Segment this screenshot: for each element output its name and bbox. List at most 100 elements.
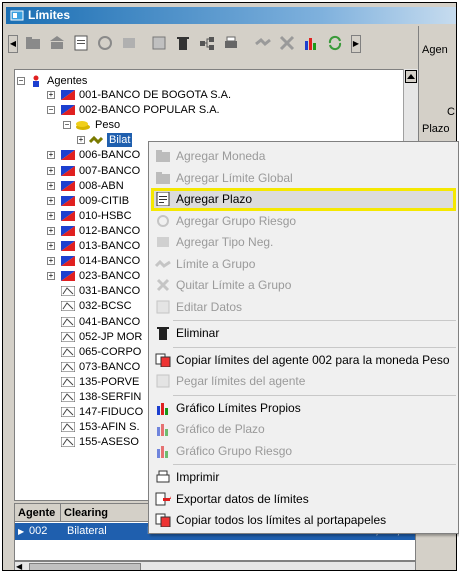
grid-header-agente[interactable]: Agente [15,504,61,522]
tree-expand-toggle [47,348,55,356]
menu-item-label: Editar Datos [176,299,243,314]
menu-item[interactable]: Límite a Grupo [151,254,456,274]
tree-expand-toggle[interactable]: + [47,151,55,160]
folder-icon [155,149,171,163]
menu-item[interactable]: Pegar límites del agente [151,371,456,391]
group-icon[interactable] [97,35,113,51]
tree-expand-toggle[interactable]: + [47,181,55,190]
window-title: Límites [28,8,71,22]
tree-bank-label: 031-BANCO [79,285,141,298]
tree-expand-toggle[interactable]: + [77,136,85,145]
tree-expand-toggle[interactable]: + [47,226,55,235]
trash-icon [155,326,171,340]
tree-bank-label: 009-CITIB [79,194,130,207]
clipboard-icon [155,513,171,528]
edit-icon [155,300,171,314]
type-icon [155,235,171,249]
window-app-icon [10,10,24,21]
folder-icon[interactable] [25,35,41,51]
menu-item-label: Gráfico Límites Propios [176,400,301,415]
tree-bank-label: 138-SERFIN [79,391,142,403]
tree-expand-toggle [47,318,55,326]
trash-icon[interactable] [175,35,191,51]
tree-expand-toggle[interactable]: + [47,196,55,205]
scroll-left-button[interactable]: ◀ [16,562,26,570]
menu-item[interactable]: Copiar todos los límites al portapapeles [151,510,456,530]
tree-expand-toggle[interactable]: + [47,211,55,220]
menu-item[interactable]: Copiar límites del agente 002 para la mo… [151,350,456,370]
chart-icon[interactable] [303,35,319,51]
toolbar-scroll-right-button[interactable]: ▶ [351,35,361,53]
tree-expand-toggle[interactable]: + [47,91,55,99]
right-panel-agent-label: Agen [422,44,448,56]
tree-bank-label: 012-BANCO [79,224,141,237]
menu-item[interactable]: Eliminar [151,323,456,343]
remove-icon[interactable] [279,35,295,51]
tree-expand-toggle[interactable]: + [47,257,55,266]
menu-item[interactable]: Agregar Tipo Neg. [151,232,456,252]
menu-item[interactable]: Agregar Plazo [151,189,456,209]
menu-item-label: Límite a Grupo [176,256,256,271]
refresh-icon[interactable] [327,35,343,51]
tree-expand-toggle [47,363,55,371]
grid-horizontal-scrollbar[interactable]: ◀ [14,561,416,570]
chart-icon [155,444,171,458]
tree-expand-toggle [47,287,55,295]
tree-expand-toggle [47,302,55,310]
tree-expand-toggle[interactable]: − [63,121,71,130]
menu-item[interactable]: Agregar Límite Global [151,168,456,188]
title-bar: Límites [6,7,456,24]
edit-icon[interactable] [151,35,167,51]
calendar-icon[interactable] [73,35,89,51]
tree-expand-toggle[interactable]: − [47,106,55,115]
tree-expand-toggle[interactable]: + [47,242,55,250]
tree-expand-toggle [47,408,55,416]
right-panel-plazo-label: Plazo [422,123,450,135]
tree-bank-label: 006-BANCO [79,149,141,162]
toolbar-scroll-left-button[interactable]: ◀ [8,35,18,53]
scroll-thumb[interactable] [29,563,141,570]
grid-header-clearing[interactable]: Clearing [61,504,151,522]
tree-icon[interactable] [199,35,215,51]
tree-expand-toggle[interactable]: + [47,166,55,175]
print-icon [155,470,171,484]
menu-item-label: Quitar Límite a Grupo [176,278,292,292]
tree-bank-label: 052-JP MOR [79,330,143,343]
menu-separator [173,394,456,396]
handshake-icon [154,257,171,271]
context-menu: Agregar Moneda Agregar Límite Global Agreg… [148,141,459,534]
type-icon[interactable] [121,35,137,51]
menu-item[interactable]: Imprimir [151,467,456,487]
handshake-icon[interactable] [255,35,271,51]
copy-icon [155,353,171,367]
menu-item[interactable]: Gráfico de Plazo [151,419,456,439]
menu-item[interactable]: Exportar datos de límites [151,489,456,509]
menu-item-label: Copiar todos los límites al portapapeles [176,513,387,527]
tree-bank-label: 023-BANCO [79,270,141,283]
bank-icon[interactable] [49,35,65,51]
agents-icon [33,75,39,87]
menu-item[interactable]: Quitar Límite a Grupo [151,275,456,295]
menu-item-label: Eliminar [176,326,220,340]
tree-expand-toggle[interactable]: + [47,272,55,281]
menu-item[interactable]: Agregar Grupo Riesgo [151,211,456,231]
scroll-up-button[interactable] [405,70,417,83]
tree-bank-label: 014-BANCO [79,255,141,268]
menu-item-label: Copiar límites del agente 002 para la mo… [176,352,450,367]
menu-item[interactable]: Agregar Moneda [151,146,456,166]
menu-item-label: Agregar Tipo Neg. [176,235,274,249]
chart-icon [155,401,171,415]
tree-expand-toggle [47,423,55,431]
menu-item[interactable]: Gráfico Grupo Riesgo [151,441,456,461]
coins-icon [76,121,90,131]
tree-bank-label: 032-BCSC [79,300,132,313]
tree-currency-label: Peso [95,119,121,132]
folder-icon [155,171,171,185]
print-icon[interactable] [223,35,239,51]
menu-item[interactable]: Gráfico Límites Propios [151,398,456,418]
menu-item-label: Agregar Moneda [176,149,266,163]
menu-item[interactable]: Editar Datos [151,297,456,317]
handshake-icon [89,136,103,145]
menu-item-label: Agregar Grupo Riesgo [176,213,297,228]
menu-separator [173,320,456,321]
